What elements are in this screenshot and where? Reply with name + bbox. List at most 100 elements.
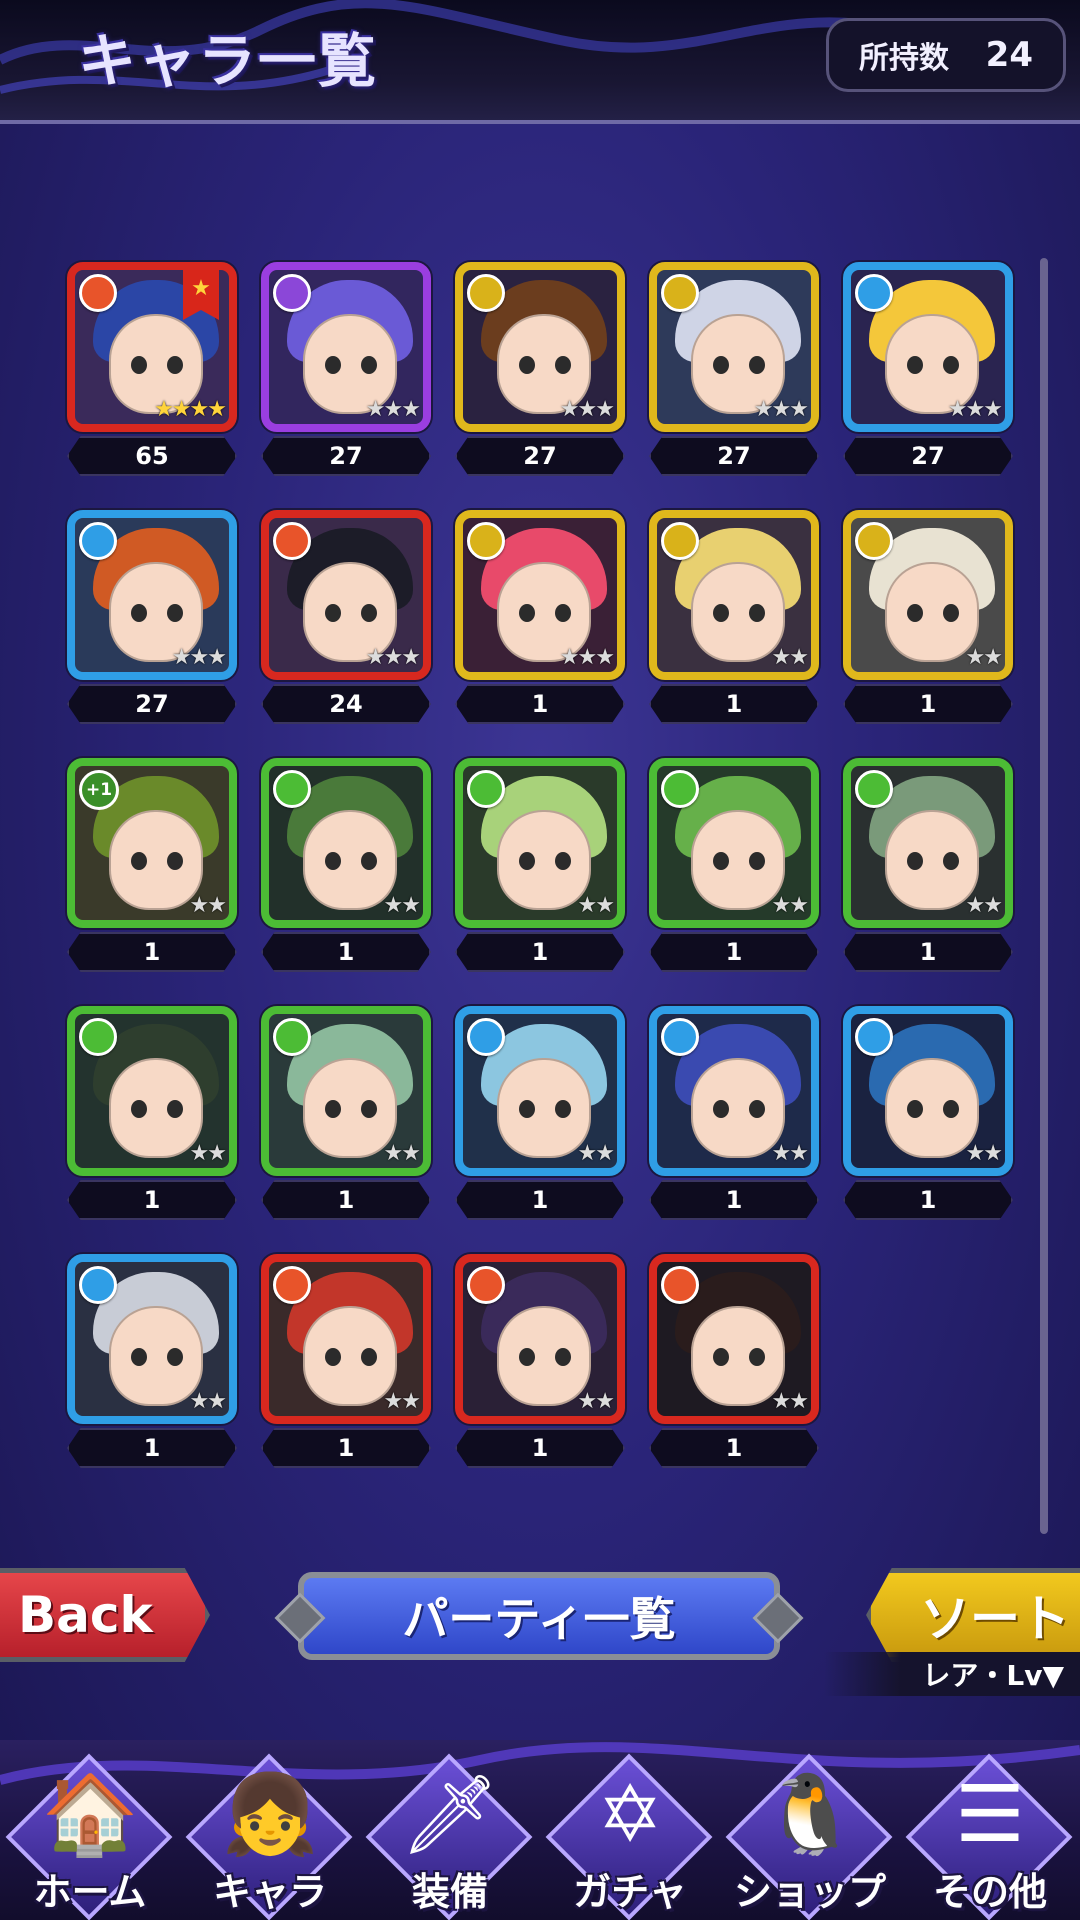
rarity-stars: ★★ (190, 1389, 227, 1414)
fire-element-icon (661, 1266, 699, 1304)
character-cell[interactable]: ★★ 1 (843, 758, 1013, 972)
back-button[interactable]: Back (0, 1568, 210, 1662)
character-level: 1 (649, 1428, 819, 1468)
character-cell[interactable]: ★★ 1 (67, 1006, 237, 1220)
character-card[interactable]: ★★ (455, 1006, 625, 1176)
character-cell[interactable]: ★★ 1 (67, 1254, 237, 1468)
nav-label: ホーム (33, 1870, 147, 1914)
rarity-stars: ★★ (966, 1141, 1003, 1166)
character-card[interactable]: ★★★ (261, 510, 431, 680)
character-cell[interactable]: ★★ 1 (455, 758, 625, 972)
star-icon: ★ (171, 397, 192, 422)
character-cell[interactable]: ★★★ 27 (67, 510, 237, 724)
character-card[interactable]: ★★ (67, 1254, 237, 1424)
character-cell[interactable]: ★★ 1 (843, 1006, 1013, 1220)
character-card[interactable]: ★★★ (649, 262, 819, 432)
character-cell[interactable]: ★★★ 27 (261, 262, 431, 476)
character-cell[interactable]: ★★ 1 (649, 758, 819, 972)
character-card[interactable]: ★★★ (261, 262, 431, 432)
star-icon: ★ (753, 397, 774, 422)
character-cell[interactable]: ★★ 1 (649, 510, 819, 724)
character-level: 1 (455, 1428, 625, 1468)
character-level: 1 (67, 932, 237, 972)
nav-item-5[interactable]: ☰ その他 (900, 1740, 1080, 1920)
nav-icon: 🐧 (761, 1770, 859, 1860)
bottom-nav: 🏠 ホーム 👧 キャラ 🗡 装備 ✡ ガチャ 🐧 ショップ ☰ その他 (0, 1740, 1080, 1920)
character-card[interactable]: ★★ (261, 1254, 431, 1424)
star-icon: ★ (771, 397, 792, 422)
nav-item-0[interactable]: 🏠 ホーム (0, 1740, 180, 1920)
character-card[interactable]: ★★ (843, 510, 1013, 680)
character-card[interactable]: ★★ (843, 758, 1013, 928)
scrollbar[interactable] (1040, 258, 1048, 1534)
character-card[interactable]: +1 ★★ (67, 758, 237, 928)
sort-button[interactable]: ソート (866, 1568, 1080, 1662)
owned-label: 所持数 (859, 41, 949, 76)
nav-item-3[interactable]: ✡ ガチャ (540, 1740, 720, 1920)
character-cell[interactable]: ★★★ 27 (843, 262, 1013, 476)
character-card[interactable]: ★★ (649, 758, 819, 928)
character-card[interactable]: ★★ (649, 510, 819, 680)
character-level: 24 (261, 684, 431, 724)
rarity-stars: ★★★ (366, 397, 421, 422)
character-level: 1 (649, 684, 819, 724)
character-cell[interactable]: +1 ★★ 1 (67, 758, 237, 972)
character-card[interactable]: ★★★ (67, 510, 237, 680)
portrait-eye (325, 1100, 341, 1118)
character-card[interactable]: ★★ (649, 1006, 819, 1176)
character-level: 65 (67, 436, 237, 476)
rarity-stars: ★★ (578, 1389, 615, 1414)
portrait-eye (361, 356, 377, 374)
character-cell[interactable]: ★★ 1 (261, 758, 431, 972)
wind-element-icon (467, 770, 505, 808)
character-cell[interactable]: ★★★ 1 (455, 510, 625, 724)
nav-item-2[interactable]: 🗡 装備 (360, 1740, 540, 1920)
owned-count: 24 (985, 35, 1033, 75)
character-cell[interactable]: ★★★ 27 (455, 262, 625, 476)
character-cell[interactable]: ★★ 1 (649, 1006, 819, 1220)
star-icon: ★ (771, 645, 792, 670)
character-cell[interactable]: ★★ 1 (455, 1006, 625, 1220)
character-level: 1 (843, 684, 1013, 724)
character-cell[interactable]: ★★ 1 (649, 1254, 819, 1468)
character-cell[interactable]: ★★★ 27 (649, 262, 819, 476)
character-card[interactable]: ★★ (67, 1006, 237, 1176)
rarity-stars: ★★ (384, 1389, 421, 1414)
character-cell[interactable]: ★★★ 24 (261, 510, 431, 724)
character-card[interactable]: ★★★ (455, 262, 625, 432)
star-icon: ★ (789, 397, 809, 422)
character-card[interactable]: ★★ (843, 1006, 1013, 1176)
character-cell[interactable]: ★★ 1 (843, 510, 1013, 724)
character-level: 1 (649, 932, 819, 972)
character-cell[interactable]: ★★ 1 (261, 1006, 431, 1220)
portrait-eye (907, 852, 923, 870)
nav-item-4[interactable]: 🐧 ショップ (720, 1740, 900, 1920)
portrait-eye (943, 604, 959, 622)
character-cell[interactable]: ★ ★★★★ 65 (67, 262, 237, 476)
nav-item-1[interactable]: 👧 キャラ (180, 1740, 360, 1920)
character-card[interactable]: ★ ★★★★ (67, 262, 237, 432)
character-card[interactable]: ★★ (455, 1254, 625, 1424)
character-cell[interactable]: ★★ 1 (455, 1254, 625, 1468)
character-card[interactable]: ★★ (649, 1254, 819, 1424)
sort-mode-label[interactable]: レア・Lv▼ (824, 1652, 1080, 1696)
character-card[interactable]: ★★ (455, 758, 625, 928)
nav-label: 装備 (411, 1870, 488, 1914)
character-card[interactable]: ★★★ (455, 510, 625, 680)
portrait-eye (361, 1348, 377, 1366)
rarity-stars: ★★ (772, 1141, 809, 1166)
portrait-eye (167, 852, 183, 870)
character-card[interactable]: ★★ (261, 1006, 431, 1176)
character-cell[interactable]: ★★ 1 (261, 1254, 431, 1468)
character-level: 1 (67, 1180, 237, 1220)
character-level: 1 (261, 932, 431, 972)
portrait-eye (167, 604, 183, 622)
rarity-stars: ★★ (966, 893, 1003, 918)
character-card[interactable]: ★★★ (843, 262, 1013, 432)
party-list-button[interactable]: パーティ一覧 (298, 1572, 780, 1660)
star-icon: ★ (983, 645, 1003, 670)
portrait-eye (131, 852, 147, 870)
character-level: 1 (455, 932, 625, 972)
character-card[interactable]: ★★ (261, 758, 431, 928)
fire-element-icon (273, 522, 311, 560)
